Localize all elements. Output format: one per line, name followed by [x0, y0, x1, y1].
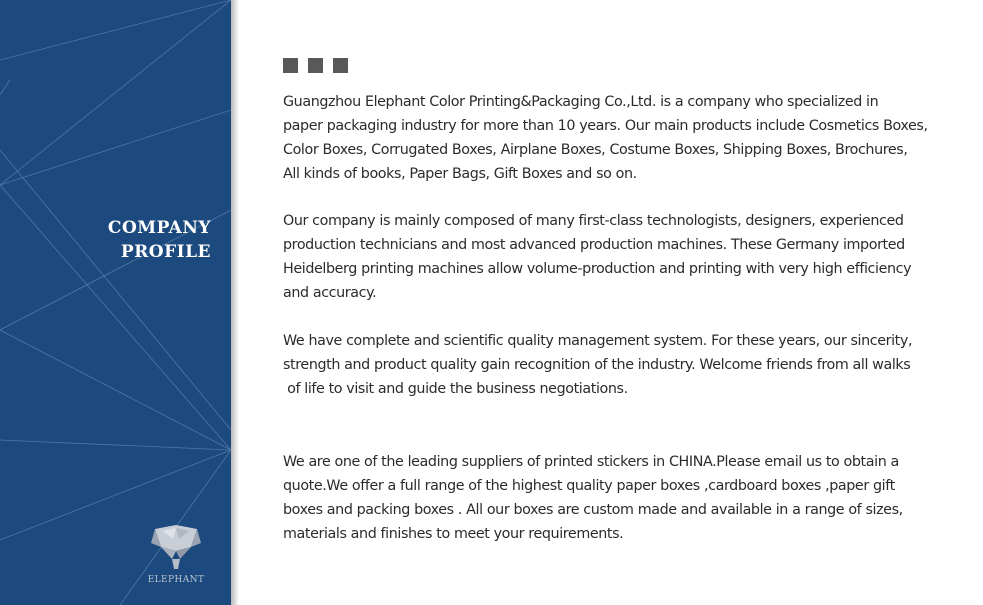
text-line: Our company is mainly composed of many f… [283, 213, 904, 229]
text-line: We are one of the leading suppliers of p… [283, 454, 899, 470]
elephant-icon [151, 525, 201, 569]
paragraph-intro: Guangzhou Elephant Color Printing&Packag… [283, 90, 928, 186]
text-line: quote.We offer a full range of the highe… [283, 478, 895, 494]
text-line: We have complete and scientific quality … [283, 333, 913, 349]
square-2 [308, 58, 323, 73]
title-line-profile: PROFILE [120, 242, 211, 262]
paragraph-quality: We have complete and scientific quality … [283, 329, 913, 401]
text-line: boxes and packing boxes . All our boxes … [283, 502, 903, 518]
text-line: materials and finishes to meet your requ… [283, 526, 624, 542]
decorative-squares [283, 58, 348, 73]
logo-text: ELEPHANT [147, 575, 205, 585]
decorative-lines [0, 0, 231, 605]
text-line: production technicians and most advanced… [283, 237, 905, 253]
square-1 [283, 58, 298, 73]
text-line: paper packaging industry for more than 1… [283, 118, 928, 134]
text-line: All kinds of books, Paper Bags, Gift Box… [283, 166, 637, 182]
square-3 [333, 58, 348, 73]
text-line: Guangzhou Elephant Color Printing&Packag… [283, 94, 879, 110]
text-line: strength and product quality gain recogn… [283, 357, 911, 373]
text-line: and accuracy. [283, 285, 377, 301]
sidebar-panel: COMPANY PROFILE ELEPHANT [0, 0, 231, 605]
paragraph-team: Our company is mainly composed of many f… [283, 209, 912, 305]
title-line-company: COMPANY [107, 218, 211, 238]
sidebar-shadow [231, 0, 239, 605]
text-line: Heidelberg printing machines allow volum… [283, 261, 912, 277]
text-line: Color Boxes, Corrugated Boxes, Airplane … [283, 142, 908, 158]
company-logo: ELEPHANT [146, 525, 206, 585]
paragraph-products: We are one of the leading suppliers of p… [283, 450, 903, 546]
section-title: COMPANY PROFILE [108, 216, 211, 264]
text-line: of life to visit and guide the business … [283, 381, 628, 397]
